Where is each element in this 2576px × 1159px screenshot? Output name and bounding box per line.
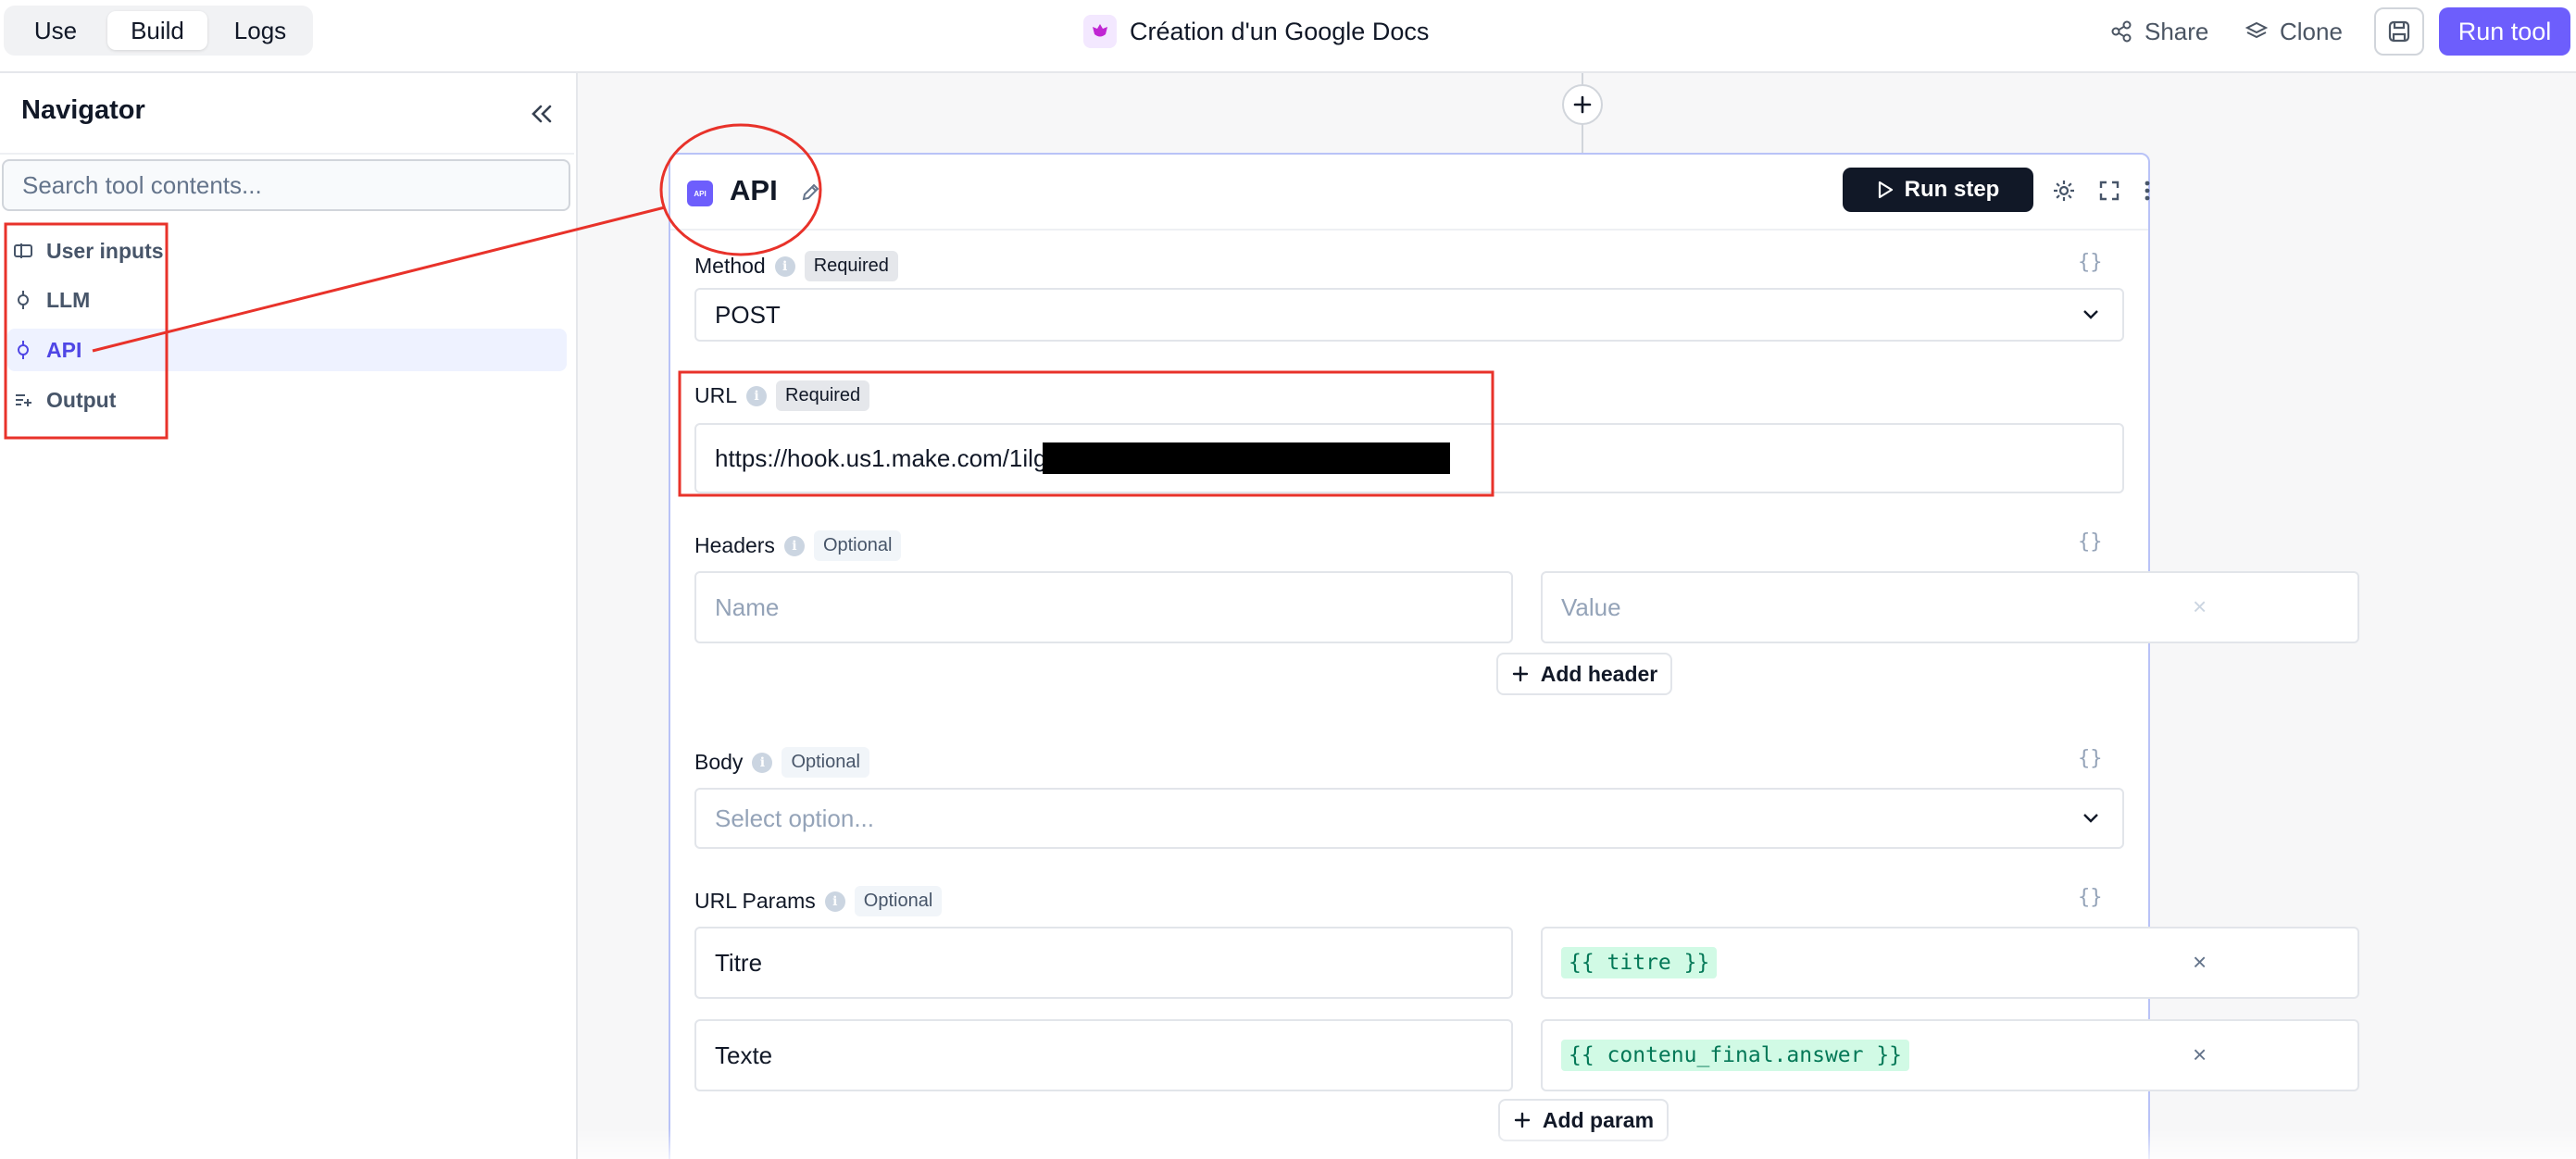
url-params-label-text: URL Params (694, 889, 816, 913)
sidebar-item-llm[interactable]: LLM (7, 279, 567, 321)
navigator-panel: Navigator User inputs LLM API Output (0, 73, 578, 1159)
headers-label-text: Headers (694, 533, 775, 557)
api-step-card: API API Run step Method i Required {} PO… (669, 153, 2359, 1159)
search-input[interactable] (2, 159, 570, 211)
info-icon[interactable]: i (774, 255, 795, 277)
method-label: Method i Required (694, 251, 898, 281)
method-value: POST (715, 300, 781, 329)
chevron-down-icon (2083, 814, 2098, 823)
run-tool-button[interactable]: Run tool (2439, 7, 2570, 56)
run-step-label: Run step (1904, 177, 2000, 202)
param-name-input[interactable]: Texte (694, 1019, 1513, 1091)
divider (0, 153, 574, 155)
sidebar-item-label: API (46, 337, 82, 362)
url-label: URL i Required (694, 380, 870, 411)
remove-param-icon[interactable]: × (2193, 948, 2207, 977)
node-icon (18, 291, 29, 309)
share-icon (2111, 20, 2132, 43)
save-icon (2388, 20, 2410, 43)
gear-icon (2054, 181, 2074, 201)
chevron-down-icon (2083, 310, 2098, 319)
api-badge-icon: API (687, 181, 713, 206)
param-name-input[interactable]: Titre (694, 927, 1513, 999)
code-braces-icon[interactable]: {} (2078, 747, 2103, 770)
share-label: Share (2145, 17, 2209, 45)
plus-icon (1514, 1112, 1531, 1128)
param-value-input[interactable]: {{ titre }} (1541, 927, 2359, 999)
sidebar-item-label: User inputs (46, 238, 164, 263)
headers-label: Headers i Optional (694, 530, 902, 561)
info-icon[interactable]: i (752, 752, 773, 773)
body-select[interactable]: Select option... (694, 788, 2124, 849)
code-braces-icon[interactable]: {} (2078, 886, 2103, 909)
template-variable: {{ contenu_final.answer }} (1561, 1040, 1910, 1071)
remove-param-icon[interactable]: × (2193, 1041, 2207, 1069)
more-button[interactable] (2133, 177, 2161, 205)
settings-button[interactable] (2050, 177, 2078, 205)
tool-title-text: Création d'un Google Docs (1130, 17, 1430, 45)
mode-switch: Use Build Logs (4, 6, 313, 56)
sidebar-item-user-inputs[interactable]: User inputs (7, 230, 567, 272)
method-label-text: Method (694, 254, 766, 278)
optional-badge: Optional (782, 747, 869, 778)
remove-header-icon[interactable]: × (2193, 592, 2207, 621)
required-badge: Required (776, 380, 870, 411)
url-label-text: URL (694, 383, 738, 407)
sidebar-item-output[interactable]: Output (7, 379, 567, 421)
tool-title: Création d'un Google Docs (1083, 13, 1429, 50)
info-icon[interactable]: i (824, 891, 845, 912)
add-header-button[interactable]: Add header (1496, 653, 1672, 695)
redaction-bar (1043, 442, 1450, 474)
step-header: API API Run step (670, 155, 2150, 231)
sidebar-item-label: LLM (46, 287, 91, 312)
info-icon[interactable]: i (746, 385, 768, 406)
input-icon (14, 243, 32, 258)
tool-logo-icon (1083, 15, 1117, 48)
body-label: Body i Optional (694, 747, 869, 778)
method-select[interactable]: POST (694, 288, 2124, 342)
body-label-text: Body (694, 750, 744, 774)
node-icon (18, 341, 29, 359)
plus-icon (1573, 95, 1592, 114)
navigator-title: Navigator (21, 95, 145, 125)
header-name-input[interactable]: Name (694, 571, 1513, 643)
tab-logs[interactable]: Logs (213, 11, 307, 50)
output-icon (16, 394, 31, 406)
tab-build[interactable]: Build (107, 11, 207, 50)
save-button[interactable] (2374, 7, 2424, 56)
add-step-button[interactable] (1562, 84, 1603, 125)
code-braces-icon[interactable]: {} (2078, 251, 2103, 274)
code-braces-icon[interactable]: {} (2078, 530, 2103, 554)
url-params-label: URL Params i Optional (694, 886, 943, 916)
template-variable: {{ titre }} (1561, 947, 1718, 978)
clone-label: Clone (2280, 17, 2343, 45)
run-step-button[interactable]: Run step (1843, 168, 2033, 212)
workflow-canvas: API API Run step Method i Required {} PO… (578, 73, 2576, 1159)
layers-icon (2245, 21, 2269, 39)
info-icon[interactable]: i (783, 535, 805, 556)
more-vertical-icon (2145, 181, 2150, 201)
optional-badge: Optional (813, 530, 902, 561)
clone-button[interactable]: Clone (2245, 13, 2343, 50)
edit-icon[interactable] (800, 182, 820, 203)
top-bar: Use Build Logs Création d'un Google Docs… (0, 0, 2576, 73)
step-title: API (730, 174, 778, 206)
header-value-input[interactable]: Value (1541, 571, 2359, 643)
plus-icon (1512, 666, 1528, 682)
share-button[interactable]: Share (2109, 13, 2208, 50)
expand-button[interactable] (2095, 177, 2123, 205)
expand-icon (2099, 181, 2120, 201)
sidebar-item-api[interactable]: API (7, 329, 567, 371)
required-badge: Required (804, 251, 898, 281)
param-value-input[interactable]: {{ contenu_final.answer }} (1541, 1019, 2359, 1091)
optional-badge: Optional (854, 886, 943, 916)
play-icon (1878, 181, 1893, 199)
url-value: https://hook.us1.make.com/1ilg (715, 443, 1047, 472)
collapse-icon[interactable] (524, 97, 557, 131)
tab-use[interactable]: Use (9, 11, 102, 50)
add-header-label: Add header (1540, 661, 1658, 686)
bottom-fade (578, 1128, 2576, 1159)
sidebar-item-label: Output (46, 387, 117, 412)
body-placeholder: Select option... (715, 804, 874, 832)
